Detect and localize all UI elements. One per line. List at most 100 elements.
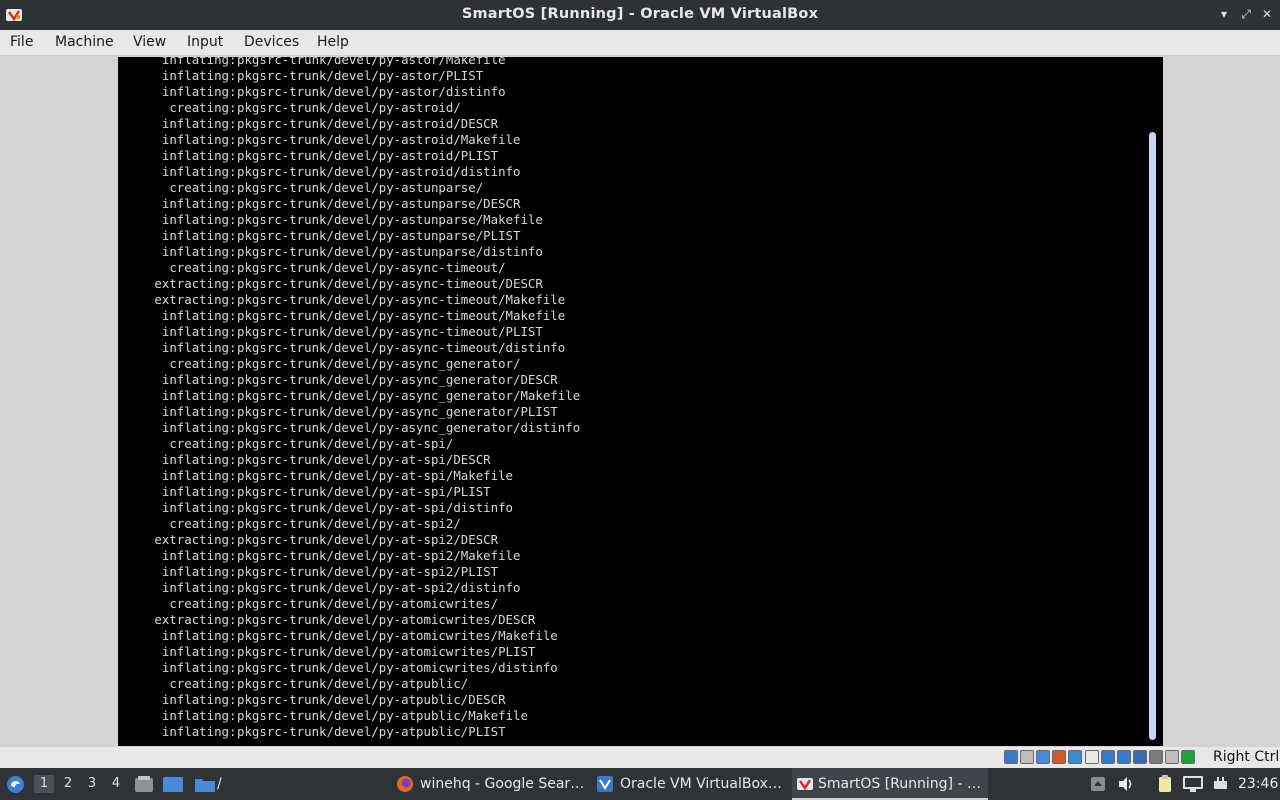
workspace-4[interactable]: 4 bbox=[106, 775, 126, 793]
cpu-icon[interactable] bbox=[1148, 750, 1163, 764]
task-firefox[interactable]: winehq - Google Sear… bbox=[392, 768, 588, 800]
video-capture-icon[interactable] bbox=[1116, 750, 1131, 764]
close-button[interactable]: ✕ bbox=[1259, 6, 1275, 22]
console-separator: : bbox=[229, 564, 237, 579]
console-path: pkgsrc-trunk/devel/py-atpublic/PLIST bbox=[237, 724, 506, 739]
console-separator: : bbox=[229, 228, 237, 243]
console-action: creating bbox=[169, 260, 229, 275]
console-separator: : bbox=[229, 580, 237, 595]
menu-file[interactable]: File bbox=[10, 34, 33, 50]
console-line: inflating:pkgsrc-trunk/devel/py-async_ge… bbox=[118, 372, 1148, 388]
task-smartos-vm[interactable]: SmartOS [Running] - … bbox=[792, 768, 988, 800]
guest-console-screen[interactable]: inflating:pkgsrc-trunk/devel/py-astor/Ma… bbox=[118, 57, 1163, 746]
console-action: inflating bbox=[161, 452, 229, 467]
console-path: pkgsrc-trunk/devel/py-atomicwrites/DESCR bbox=[237, 612, 536, 627]
clipboard-icon[interactable] bbox=[1156, 775, 1174, 793]
console-path: pkgsrc-trunk/devel/py-async-timeout/Make… bbox=[237, 292, 566, 307]
console-separator: : bbox=[229, 212, 237, 227]
console-action: inflating bbox=[161, 324, 229, 339]
console-action: inflating bbox=[161, 420, 229, 435]
console-action: inflating bbox=[161, 468, 229, 483]
console-line: creating:pkgsrc-trunk/devel/py-async-tim… bbox=[118, 260, 1148, 276]
console-path: pkgsrc-trunk/devel/py-astunparse/Makefil… bbox=[237, 212, 543, 227]
show-desktop-icon[interactable] bbox=[162, 776, 184, 793]
console-line: creating:pkgsrc-trunk/devel/py-at-spi2/ bbox=[118, 516, 1148, 532]
console-path: pkgsrc-trunk/devel/py-astunparse/PLIST bbox=[237, 228, 521, 243]
console-separator: : bbox=[229, 196, 237, 211]
console-action: inflating bbox=[161, 57, 229, 67]
console-action: inflating bbox=[161, 228, 229, 243]
menu-input[interactable]: Input bbox=[187, 34, 223, 50]
console-separator: : bbox=[229, 452, 237, 467]
path-label[interactable]: / bbox=[217, 768, 222, 800]
console-path: pkgsrc-trunk/devel/py-at-spi/PLIST bbox=[237, 484, 491, 499]
console-line: inflating:pkgsrc-trunk/devel/py-at-spi2/… bbox=[118, 548, 1148, 564]
console-separator: : bbox=[229, 324, 237, 339]
workspace-3[interactable]: 3 bbox=[82, 775, 102, 793]
network-icon[interactable] bbox=[1052, 750, 1067, 764]
console-separator: : bbox=[229, 516, 237, 531]
tray-up-arrow-icon[interactable] bbox=[1090, 776, 1106, 792]
console-separator: : bbox=[229, 244, 237, 259]
console-line: inflating:pkgsrc-trunk/devel/py-astunpar… bbox=[118, 228, 1148, 244]
console-line: creating:pkgsrc-trunk/devel/py-atpublic/ bbox=[118, 676, 1148, 692]
menu-help[interactable]: Help bbox=[317, 34, 349, 50]
console-separator: : bbox=[229, 484, 237, 499]
menu-view[interactable]: View bbox=[133, 34, 166, 50]
minimize-button[interactable]: ▾ bbox=[1216, 6, 1232, 22]
console-action: inflating bbox=[161, 132, 229, 147]
console-separator: : bbox=[229, 260, 237, 275]
console-line: creating:pkgsrc-trunk/devel/py-atomicwri… bbox=[118, 596, 1148, 612]
console-scrollbar-thumb[interactable] bbox=[1149, 132, 1156, 740]
audio-icon[interactable] bbox=[1036, 750, 1051, 764]
console-line: extracting:pkgsrc-trunk/devel/py-async-t… bbox=[118, 276, 1148, 292]
console-action: inflating bbox=[161, 164, 229, 179]
console-separator: : bbox=[229, 628, 237, 643]
workspace-1[interactable]: 1 bbox=[34, 775, 54, 793]
console-path: pkgsrc-trunk/devel/py-astroid/DESCR bbox=[237, 116, 499, 131]
console-path: pkgsrc-trunk/devel/py-at-spi2/distinfo bbox=[237, 580, 521, 595]
console-path: pkgsrc-trunk/devel/py-at-spi/Makefile bbox=[237, 468, 514, 483]
console-action: inflating bbox=[161, 148, 229, 163]
usb-icon[interactable] bbox=[1068, 750, 1083, 764]
taskbar-clock[interactable]: 23:46 bbox=[1238, 768, 1278, 800]
optical-drive-icon[interactable] bbox=[1020, 750, 1035, 764]
console-line: inflating:pkgsrc-trunk/devel/py-astroid/… bbox=[118, 132, 1148, 148]
recording-icon[interactable] bbox=[1132, 750, 1147, 764]
keyboard-capture-icon[interactable] bbox=[1181, 750, 1196, 764]
console-separator: : bbox=[229, 404, 237, 419]
menu-bar: File Machine View Input Devices Help bbox=[0, 30, 1280, 56]
console-separator: : bbox=[229, 596, 237, 611]
mouse-integration-icon[interactable] bbox=[1165, 750, 1179, 764]
console-separator: : bbox=[229, 708, 237, 723]
console-path: pkgsrc-trunk/devel/py-astor/distinfo bbox=[237, 84, 506, 99]
console-action: inflating bbox=[161, 484, 229, 499]
console-line: inflating:pkgsrc-trunk/devel/py-at-spi/P… bbox=[118, 484, 1148, 500]
console-separator: : bbox=[229, 420, 237, 435]
workspace-2[interactable]: 2 bbox=[58, 775, 78, 793]
display-icon[interactable] bbox=[1100, 750, 1115, 764]
console-separator: : bbox=[229, 548, 237, 563]
console-path: pkgsrc-trunk/devel/py-async-timeout/dist… bbox=[237, 340, 566, 355]
shared-folders-icon[interactable] bbox=[1084, 750, 1099, 764]
start-menu-icon[interactable] bbox=[6, 775, 25, 794]
virtualbox-icon bbox=[597, 776, 613, 792]
folder-icon[interactable] bbox=[194, 776, 216, 793]
console-path: pkgsrc-trunk/devel/py-async-timeout/ bbox=[237, 260, 506, 275]
console-separator: : bbox=[229, 372, 237, 387]
console-path: pkgsrc-trunk/devel/py-astroid/Makefile bbox=[237, 132, 521, 147]
console-action: inflating bbox=[161, 68, 229, 83]
file-manager-icon[interactable] bbox=[134, 776, 154, 793]
power-tray-icon[interactable] bbox=[1212, 776, 1229, 792]
console-path: pkgsrc-trunk/devel/py-at-spi2/ bbox=[237, 516, 461, 531]
volume-icon[interactable] bbox=[1118, 776, 1136, 792]
maximize-button[interactable]: ⤢ bbox=[1238, 6, 1254, 22]
hard-disk-icon[interactable] bbox=[1004, 750, 1018, 764]
menu-machine[interactable]: Machine bbox=[55, 34, 114, 50]
network-tray-icon[interactable] bbox=[1182, 775, 1204, 793]
menu-devices[interactable]: Devices bbox=[244, 34, 299, 50]
console-separator: : bbox=[229, 116, 237, 131]
task-virtualbox-manager[interactable]: Oracle VM VirtualBox… bbox=[592, 768, 788, 800]
console-line: inflating:pkgsrc-trunk/devel/py-astroid/… bbox=[118, 116, 1148, 132]
virtualbox-vm-icon bbox=[797, 778, 813, 791]
